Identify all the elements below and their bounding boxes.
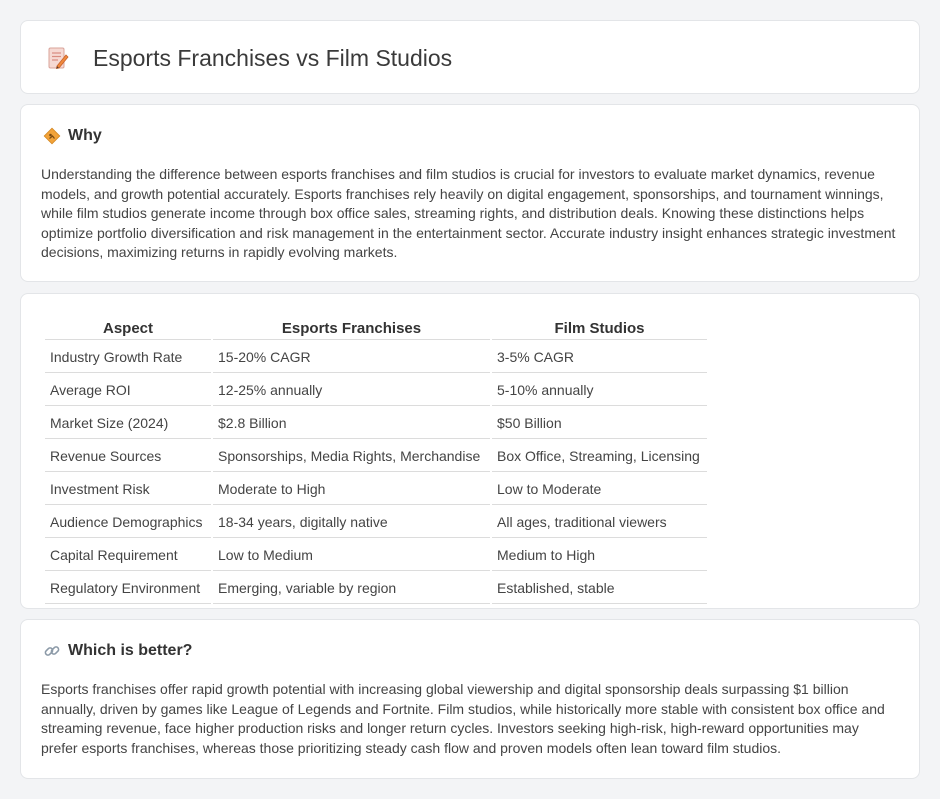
page-title-row: Esports Franchises vs Film Studios [47, 45, 452, 72]
page-title: Esports Franchises vs Film Studios [93, 45, 453, 71]
cell-esports: Low to Medium [213, 540, 490, 571]
table-row: Investment Risk Moderate to High Low to … [45, 474, 707, 505]
cell-aspect: Capital Requirement [45, 540, 211, 571]
table-row: Audience Demographics 18-34 years, digit… [45, 507, 707, 538]
cell-esports: Sponsorships, Media Rights, Merchandise [213, 441, 490, 472]
cell-esports: $2.8 Billion [213, 408, 490, 439]
cell-film: $50 Billion [492, 408, 707, 439]
table-row: Revenue Sources Sponsorships, Media Righ… [45, 441, 707, 472]
comparison-table: Aspect Esports Franchises Film Studios I… [43, 314, 709, 606]
cell-aspect: Regulatory Environment [45, 573, 211, 604]
header-esports: Esports Franchises [213, 316, 490, 340]
cell-film: 3-5% CAGR [492, 342, 707, 373]
why-text: Understanding the difference between esp… [41, 166, 896, 261]
cell-esports: Emerging, variable by region [213, 573, 490, 604]
better-text: Esports franchises offer rapid growth po… [41, 681, 885, 756]
why-heading: Why [68, 127, 102, 144]
cell-film: Low to Moderate [492, 474, 707, 505]
cell-aspect: Market Size (2024) [45, 408, 211, 439]
comparison-table-card: Aspect Esports Franchises Film Studios I… [20, 293, 920, 609]
better-heading: Which is better? [68, 642, 193, 659]
cell-esports: 15-20% CAGR [213, 342, 490, 373]
cell-film: Established, stable [492, 573, 707, 604]
cell-esports: 18-34 years, digitally native [213, 507, 490, 538]
which-is-better-section: Which is better? Esports franchises offe… [20, 619, 920, 779]
cell-film: Box Office, Streaming, Licensing [492, 441, 707, 472]
table-row: Regulatory Environment Emerging, variabl… [45, 573, 707, 604]
why-heading-row: Why [43, 127, 102, 145]
cell-esports: Moderate to High [213, 474, 490, 505]
cell-film: All ages, traditional viewers [492, 507, 707, 538]
cell-aspect: Audience Demographics [45, 507, 211, 538]
better-heading-row: Which is better? [43, 642, 192, 660]
link-icon [43, 642, 61, 660]
diamond-sign-icon [43, 127, 61, 145]
why-section: Why Understanding the difference between… [20, 104, 920, 282]
table-row: Industry Growth Rate 15-20% CAGR 3-5% CA… [45, 342, 707, 373]
cell-film: Medium to High [492, 540, 707, 571]
cell-aspect: Average ROI [45, 375, 211, 406]
memo-pencil-icon [47, 46, 69, 72]
cell-film: 5-10% annually [492, 375, 707, 406]
cell-aspect: Revenue Sources [45, 441, 211, 472]
title-card: Esports Franchises vs Film Studios [20, 20, 920, 94]
table-row: Market Size (2024) $2.8 Billion $50 Bill… [45, 408, 707, 439]
table-row: Capital Requirement Low to Medium Medium… [45, 540, 707, 571]
header-film: Film Studios [492, 316, 707, 340]
table-header-row: Aspect Esports Franchises Film Studios [45, 316, 707, 340]
header-aspect: Aspect [45, 316, 211, 340]
cell-aspect: Industry Growth Rate [45, 342, 211, 373]
cell-aspect: Investment Risk [45, 474, 211, 505]
table-row: Average ROI 12-25% annually 5-10% annual… [45, 375, 707, 406]
cell-esports: 12-25% annually [213, 375, 490, 406]
